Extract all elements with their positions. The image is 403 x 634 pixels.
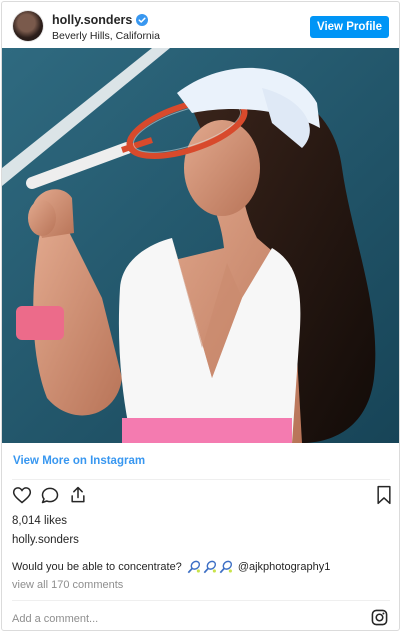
add-comment-input[interactable]: Add a comment... xyxy=(12,613,98,625)
caption: Would you be able to concentrate? @ajkph… xyxy=(12,560,330,574)
like-count[interactable]: 8,014 likes xyxy=(12,515,67,527)
verified-badge-icon xyxy=(136,14,149,26)
tennis-racket-emoji xyxy=(187,560,200,574)
post-header: holly.sonders Beverly Hills, California … xyxy=(2,2,399,48)
divider xyxy=(12,479,390,480)
username-row: holly.sonders xyxy=(52,13,160,27)
share-icon[interactable] xyxy=(68,485,88,505)
comment-icon[interactable] xyxy=(40,485,60,505)
bookmark-icon[interactable] xyxy=(375,485,393,505)
tennis-racket-emoji xyxy=(203,560,216,574)
view-profile-button[interactable]: View Profile xyxy=(310,16,389,38)
view-comments-link[interactable]: view all 170 comments xyxy=(12,579,123,591)
location[interactable]: Beverly Hills, California xyxy=(52,29,160,43)
caption-text: Would you be able to concentrate? xyxy=(12,561,182,573)
post-image xyxy=(2,48,399,443)
caption-username[interactable]: holly.sonders xyxy=(12,534,79,546)
tennis-racket-emoji xyxy=(219,560,232,574)
avatar[interactable] xyxy=(13,11,43,41)
instagram-embed-card: holly.sonders Beverly Hills, California … xyxy=(1,1,400,631)
post-photo[interactable] xyxy=(2,48,399,443)
instagram-icon[interactable] xyxy=(371,609,388,626)
heart-icon[interactable] xyxy=(12,485,32,505)
view-more-link[interactable]: View More on Instagram xyxy=(13,455,145,467)
caption-mention[interactable]: @ajkphotography1 xyxy=(238,561,331,573)
divider xyxy=(12,600,390,601)
user-info: holly.sonders Beverly Hills, California xyxy=(52,13,160,43)
username[interactable]: holly.sonders xyxy=(52,13,132,27)
